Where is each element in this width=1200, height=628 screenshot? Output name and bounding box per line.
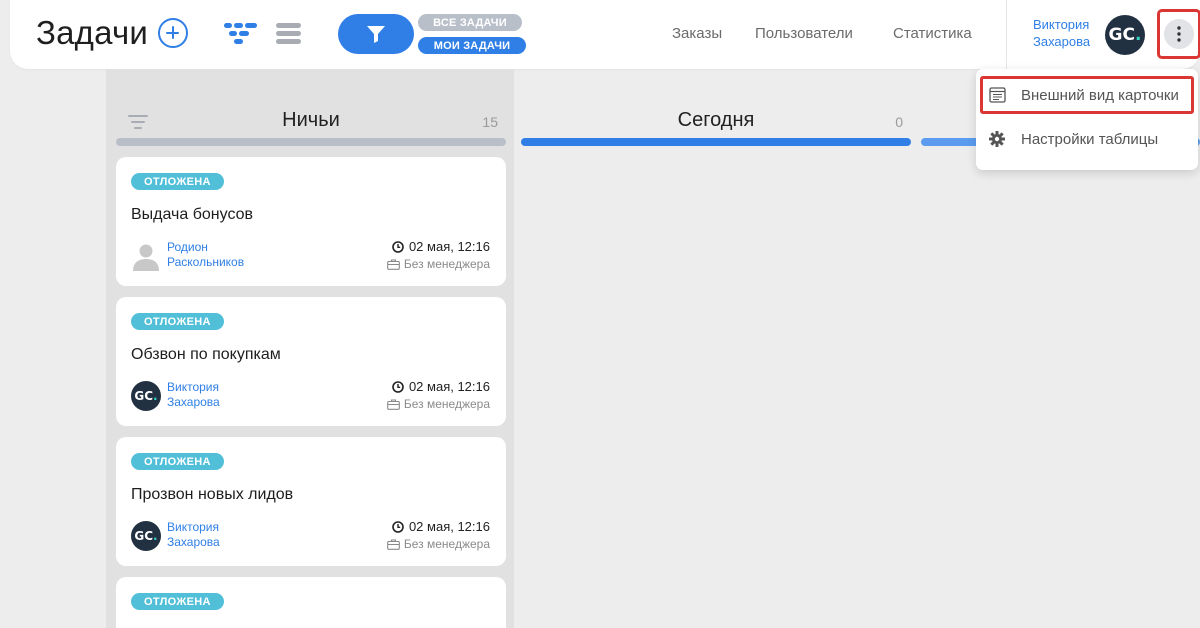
assignee-last-name: Захарова [167, 395, 220, 409]
list-view-icon [276, 23, 301, 44]
assignee-first-name: Виктория [167, 520, 220, 534]
options-dropdown-menu: Внешний вид карточки Настройки таблицы [976, 69, 1198, 170]
avatar: GC. [131, 381, 161, 411]
clock-icon [392, 380, 404, 393]
due-date-text: 02 мая, 12:16 [408, 519, 490, 534]
status-badge: ОТЛОЖЕНА [131, 313, 224, 330]
header-divider [1006, 0, 1007, 69]
avatar [131, 241, 161, 271]
due-date: 02 мая, 12:16 [392, 379, 490, 394]
menu-item-table-settings[interactable]: Настройки таблицы [980, 120, 1194, 158]
avatar[interactable]: GC. [1105, 15, 1145, 55]
task-card[interactable]: ОТЛОЖЕНА Обзвон по покупкам GC. Виктория… [116, 297, 506, 426]
avatar-text: GC [1108, 25, 1135, 45]
assignee-first-name: Виктория [167, 380, 220, 394]
user-last-name: Захарова [1033, 34, 1091, 49]
task-title: Выдача бонусов [131, 206, 254, 223]
task-card[interactable]: ОТЛОЖЕНА Прозвон новых лидов GC. Виктори… [116, 437, 506, 566]
assignee-first-name: Родион [167, 240, 208, 254]
column-count: 0 [895, 114, 903, 130]
more-vertical-icon [1177, 26, 1181, 42]
column-title: Ничьи [282, 109, 340, 131]
task-card[interactable]: ОТЛОЖЕНА Выдача бонусов Родион Раскольни… [116, 157, 506, 286]
kanban-view-button[interactable] [224, 22, 260, 51]
status-badge: ОТЛОЖЕНА [131, 453, 224, 470]
column-count: 15 [482, 114, 498, 130]
avatar-text: GC [134, 389, 154, 403]
avatar-dot: . [153, 389, 158, 403]
assignee-last-name: Раскольников [167, 255, 245, 269]
column-bar [521, 138, 911, 146]
nav-orders[interactable]: Заказы [672, 25, 722, 42]
assignee-name[interactable]: Родион Раскольников [167, 240, 244, 270]
avatar-text: GC [134, 529, 154, 543]
briefcase-icon [387, 398, 400, 410]
manager: Без менеджера [387, 397, 490, 411]
due-date-text: 02 мая, 12:16 [408, 239, 490, 254]
task-title: Обзвон по покупкам [131, 346, 281, 363]
briefcase-icon [387, 258, 400, 270]
assignee-name[interactable]: Виктория Захарова [167, 520, 220, 550]
all-tasks-filter[interactable]: ВСЕ ЗАДАЧИ [418, 14, 522, 31]
more-options-button[interactable] [1157, 9, 1200, 59]
task-card[interactable]: ОТЛОЖЕНА [116, 577, 506, 628]
nav-statistics[interactable]: Статистика [893, 25, 972, 42]
add-task-button[interactable] [158, 18, 188, 48]
column-header-unassigned: Ничьи 15 [116, 96, 506, 146]
manager-text: Без менеджера [403, 397, 490, 411]
avatar: GC. [131, 521, 161, 551]
assignee-name[interactable]: Виктория Захарова [167, 380, 220, 410]
status-badge: ОТЛОЖЕНА [131, 173, 224, 190]
list-view-button[interactable] [276, 22, 302, 51]
column-header-today: Сегодня 0 [521, 96, 911, 146]
status-badge: ОТЛОЖЕНА [131, 593, 224, 610]
clock-icon [392, 520, 404, 533]
manager-text: Без менеджера [403, 537, 490, 551]
page-title: Задачи [36, 14, 148, 51]
avatar-dot: . [153, 529, 158, 543]
kanban-view-icon [224, 23, 257, 44]
due-date: 02 мая, 12:16 [392, 519, 490, 534]
due-date-text: 02 мая, 12:16 [408, 379, 490, 394]
card-layout-icon [988, 86, 1006, 104]
column-title: Сегодня [677, 109, 755, 131]
clock-icon [392, 240, 404, 253]
menu-item-label: Настройки таблицы [1021, 130, 1159, 148]
nav-users[interactable]: Пользователи [755, 25, 853, 42]
assignee-last-name: Захарова [167, 535, 220, 549]
manager: Без менеджера [387, 537, 490, 551]
filter-icon [367, 26, 385, 43]
briefcase-icon [387, 538, 400, 550]
due-date: 02 мая, 12:16 [392, 239, 490, 254]
task-title: Прозвон новых лидов [131, 486, 294, 503]
manager-text: Без менеджера [403, 257, 490, 271]
top-header: Задачи ВСЕ ЗАДАЧИ МОИ ЗАДАЧИ Заказы Поль… [10, 0, 1200, 69]
gear-icon [988, 130, 1006, 148]
manager: Без менеджера [387, 257, 490, 271]
filter-button[interactable] [338, 14, 414, 54]
avatar-dot: . [1134, 25, 1142, 45]
current-user-name[interactable]: Виктория Захарова [1033, 16, 1090, 50]
column-bar [116, 138, 506, 146]
menu-item-card-view[interactable]: Внешний вид карточки [980, 76, 1194, 114]
user-placeholder-icon [133, 244, 159, 271]
my-tasks-filter[interactable]: МОИ ЗАДАЧИ [418, 37, 526, 54]
user-first-name: Виктория [1033, 17, 1090, 32]
menu-item-label: Внешний вид карточки [1021, 86, 1179, 104]
